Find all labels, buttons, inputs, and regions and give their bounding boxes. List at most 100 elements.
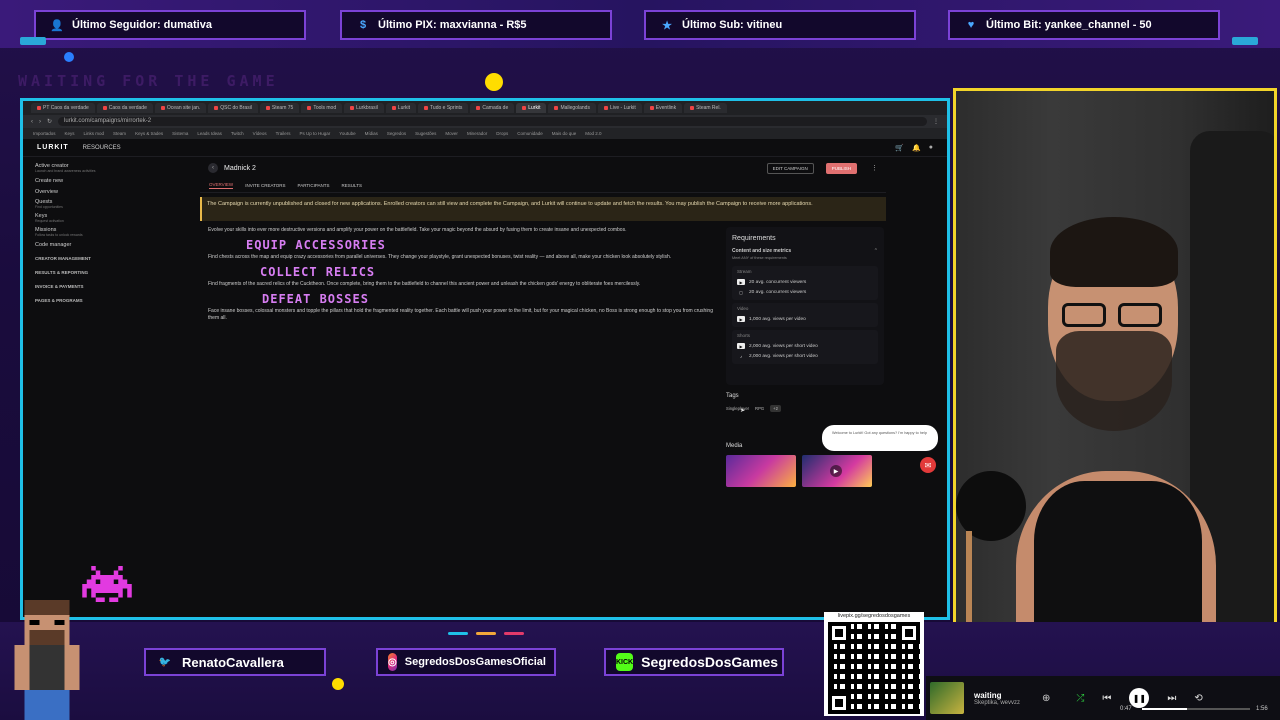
glasses-right — [1118, 303, 1162, 327]
bookmark[interactable]: Twitch — [231, 131, 244, 136]
pause-icon[interactable]: ❚❚ — [1129, 688, 1150, 708]
tab-label: Steam Rel. — [696, 105, 721, 111]
forward-icon[interactable]: › — [39, 119, 41, 125]
bookmark[interactable]: Comunidade — [517, 131, 543, 136]
browser-tab[interactable]: PT Caos da verdade — [31, 103, 95, 113]
browser-tab[interactable]: Steam 75 — [259, 103, 300, 113]
sidebar-item[interactable]: Keys Request activation — [31, 211, 135, 225]
repeat-icon[interactable]: ⟲ — [1194, 693, 1202, 704]
progress-bar[interactable] — [1142, 708, 1250, 710]
add-icon[interactable]: ⊕ — [1042, 693, 1050, 704]
blue-dot — [64, 52, 74, 62]
tab-results[interactable]: RESULTS — [342, 183, 362, 188]
media-thumbnail[interactable] — [726, 455, 796, 487]
tab-overview[interactable]: OVERVIEW — [209, 182, 234, 189]
browser-tab[interactable]: Eventlink — [643, 103, 683, 113]
sidebar-item[interactable]: Code manager — [31, 239, 135, 250]
sidebar-section[interactable]: CREATOR MANAGEMENT — [31, 253, 135, 264]
url-input[interactable]: lurkit.com/campaigns/mirrortek-2 — [58, 117, 927, 126]
tab-favicon — [102, 106, 107, 110]
bookmark[interactable]: Youtube — [339, 131, 355, 136]
previous-icon[interactable]: ⏮ — [1102, 693, 1111, 704]
bookmark[interactable]: Mais do que — [552, 131, 577, 136]
browser-tab[interactable]: Tudo e Sprints — [418, 103, 469, 113]
bookmark[interactable]: Ps Up to Hugar — [300, 131, 331, 136]
bookmark[interactable]: Drops — [496, 131, 508, 136]
browser-tab[interactable]: Live - Lurkit — [597, 103, 642, 113]
more-icon[interactable]: ⋮ — [871, 164, 878, 172]
bookmark[interactable]: Steam — [113, 131, 126, 136]
chat-welcome-toast[interactable]: Welcome to Lurkit! Got any questions? I'… — [822, 425, 938, 451]
sidebar-item[interactable]: Missions Follow tasks to unlock rewards — [31, 225, 135, 239]
tab-favicon — [522, 106, 527, 110]
mouse-cursor-icon: ➤ — [740, 408, 746, 414]
sidebar-item[interactable]: Overview — [31, 186, 135, 197]
requirements-panel: Requirements Content and size metrics ⌃ M… — [726, 227, 884, 385]
sidebar-section[interactable]: PAGES & PROGRAMS — [31, 295, 135, 306]
bookmark[interactable]: Mídias — [365, 131, 378, 136]
browser-tab[interactable]: Steam Rel. — [684, 103, 727, 113]
sidebar-item[interactable]: Active creator Launch and brand awareness… — [31, 161, 135, 175]
reload-icon[interactable]: ↻ — [47, 118, 52, 125]
sidebar-item-label: Code manager — [35, 241, 72, 248]
bookmark[interactable]: Minerador — [467, 131, 487, 136]
edit-campaign-button[interactable]: EDIT CAMPAIGN — [766, 162, 814, 174]
resources-menu[interactable]: RESOURCES — [83, 145, 121, 151]
browser-tab[interactable]: Tools mod — [301, 103, 343, 113]
cart-icon[interactable]: 🛒 — [895, 144, 904, 152]
tags-more[interactable]: +2 — [770, 405, 781, 412]
tags-title: Tags — [726, 393, 739, 399]
section-body: Face insane bosses, colossal monsters an… — [208, 308, 713, 321]
browser-tab[interactable]: Caos da verdade — [96, 103, 153, 113]
bookmark[interactable]: Mover — [445, 131, 458, 136]
next-icon[interactable]: ⏭ — [1167, 693, 1176, 704]
bookmark[interactable]: Leads Ideas — [197, 131, 222, 136]
bookmark[interactable]: Links mod — [84, 131, 105, 136]
back-button[interactable]: ‹ — [208, 163, 218, 173]
dollar-icon: $ — [359, 19, 367, 31]
bookmark[interactable]: Keys — [65, 131, 75, 136]
sidebar-item[interactable]: Quests Find opportunities — [31, 197, 135, 211]
tab-label: Ocean site jan. — [166, 105, 201, 111]
bookmark[interactable]: Sugestões — [415, 131, 436, 136]
shuffle-icon[interactable]: ⤮ — [1076, 693, 1084, 704]
requirements-title: Requirements — [732, 235, 776, 242]
bookmark[interactable]: Importados — [33, 131, 56, 136]
publish-button[interactable]: PUBLISH — [825, 162, 857, 174]
media-thumbnail[interactable]: ▶ — [802, 455, 872, 487]
extensions-icon[interactable]: ⋮ — [933, 118, 939, 125]
browser-window: PT Caos da verdade Caos da verdade Ocean s… — [20, 98, 950, 620]
sidebar-item-sub: Request activation — [35, 219, 64, 223]
tab-invite-creators[interactable]: INVITE CREATORS — [245, 183, 285, 188]
bookmark[interactable]: Segredos — [387, 131, 406, 136]
sidebar-section[interactable]: INVOICE & PAYMENTS — [31, 281, 135, 292]
bookmark[interactable]: Keys & trades — [135, 131, 163, 136]
requirement-row: ▶ 1,000 avg. views per video — [737, 314, 873, 324]
requirements-note: Meet ANY of these requirements — [732, 256, 787, 260]
tiktok-icon: ♪ — [740, 353, 742, 359]
bookmark[interactable]: Vídeos — [253, 131, 267, 136]
sidebar-section[interactable]: RESULTS & REPORTING — [31, 267, 135, 278]
tab-participants[interactable]: PARTICIPANTS — [298, 183, 330, 188]
requirements-section[interactable]: Content and size metrics ⌃ — [732, 248, 878, 254]
browser-tab[interactable]: Mallegolands — [548, 103, 596, 113]
bookmark[interactable]: Trailers — [276, 131, 291, 136]
user-icon[interactable]: ● — [929, 144, 933, 152]
chat-icon[interactable]: ✉ — [920, 457, 936, 473]
chevron-up-icon: ⌃ — [873, 248, 878, 254]
heart-icon: ♥ — [967, 19, 975, 31]
browser-tab[interactable]: Camada de — [470, 103, 515, 113]
tab-label: Steam 75 — [271, 105, 294, 111]
browser-tab[interactable]: Lurkit — [516, 103, 547, 113]
bookmark[interactable]: Mod 2.0 — [585, 131, 601, 136]
browser-tab[interactable]: Lurkit — [385, 103, 417, 113]
bookmark[interactable]: Sistema — [172, 131, 188, 136]
browser-tab[interactable]: Ocean site jan. — [154, 103, 207, 113]
lurkit-logo[interactable]: LURKIT — [37, 144, 69, 151]
browser-tab[interactable]: Lurkbrasil — [344, 103, 384, 113]
back-icon[interactable]: ‹ — [31, 119, 33, 125]
sidebar-item[interactable]: Create new — [31, 175, 135, 186]
bell-icon[interactable]: 🔔 — [912, 144, 921, 152]
browser-tab[interactable]: QSC do Brasil — [208, 103, 258, 113]
tab-label: Caos da verdade — [108, 105, 147, 111]
